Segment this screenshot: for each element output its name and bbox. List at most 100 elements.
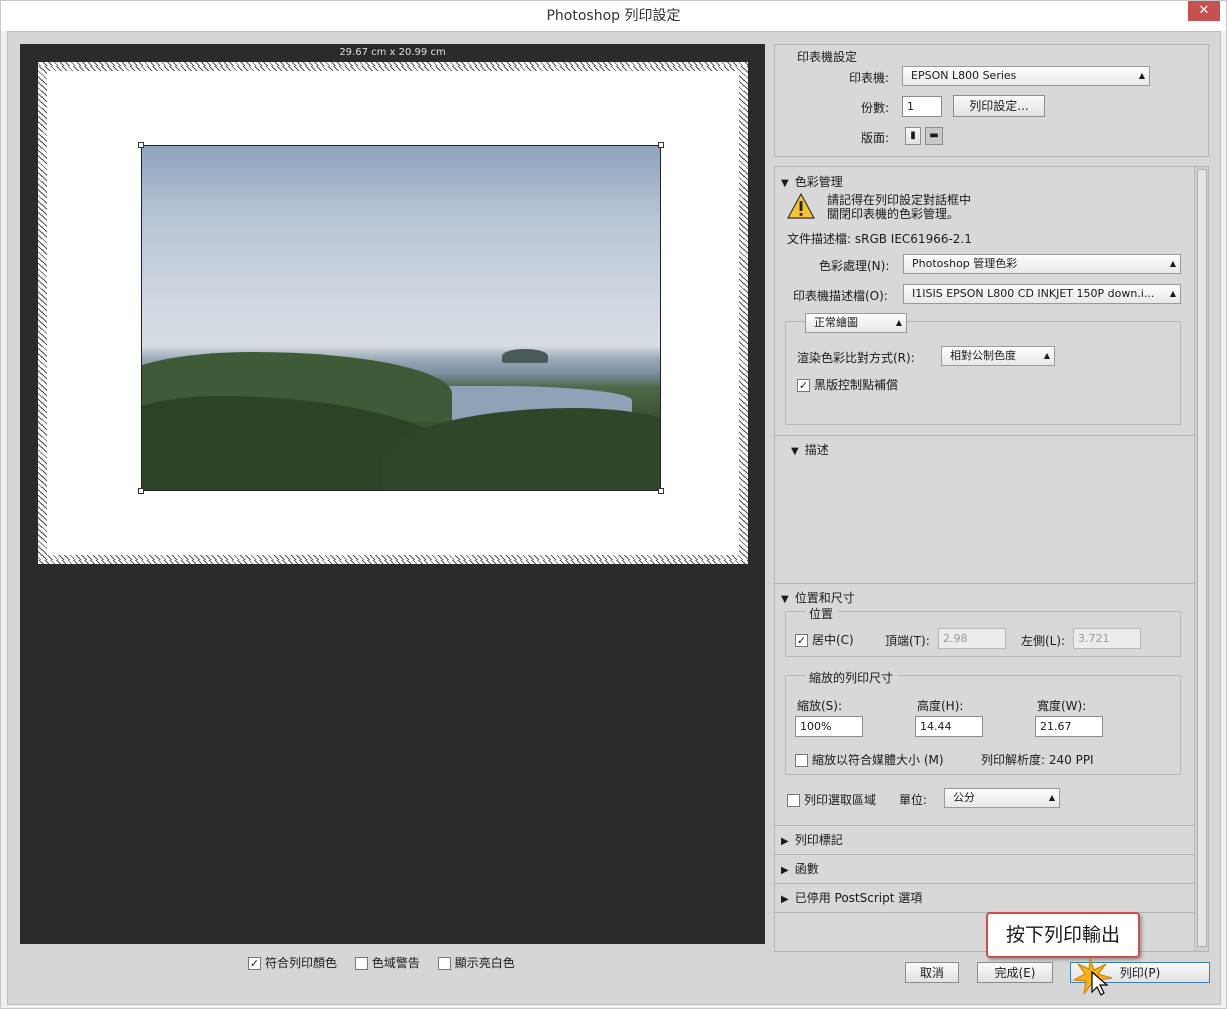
postscript-options-header[interactable]: ▶ 已停用 PostScript 選項 xyxy=(781,889,922,906)
scaled-print-size-title: 縮放的列印尺寸 xyxy=(805,669,898,686)
printer-setup-group: 印表機設定 印表機: EPSON L800 Series ▲ 份數: 1 列印設定… xyxy=(774,44,1209,157)
description-header[interactable]: ▼ 描述 xyxy=(791,441,829,458)
printer-profile-label: 印表機描述檔(O): xyxy=(793,289,888,303)
section-divider xyxy=(775,825,1195,826)
left-label: 左側(L): xyxy=(1021,634,1066,648)
chevron-updown-icon: ▲ xyxy=(1169,259,1176,268)
height-label: 高度(H): xyxy=(917,699,964,713)
checkbox-box xyxy=(795,754,808,767)
gamut-warning-checkbox[interactable]: 色域警告 xyxy=(354,956,420,970)
portrait-layout-icon[interactable]: ▮ xyxy=(905,127,921,145)
match-print-colors-checkbox[interactable]: ✓ 符合列印顏色 xyxy=(248,956,337,970)
chevron-updown-icon: ▲ xyxy=(1043,351,1050,360)
scale-input[interactable]: 100% xyxy=(795,716,863,737)
layout-label: 版面: xyxy=(861,131,890,145)
position-size-header[interactable]: ▼ 位置和尺寸 xyxy=(781,589,855,606)
show-paper-white-checkbox[interactable]: 顯示亮白色 xyxy=(437,956,515,970)
section-divider xyxy=(775,854,1195,855)
printer-label: 印表機: xyxy=(849,71,890,85)
rendering-intent-select[interactable]: 相對公制色度 ▲ xyxy=(941,346,1055,366)
bpc-checkbox[interactable]: ✓ 黑版控制點補償 xyxy=(797,376,898,393)
document-profile: 文件描述檔: sRGB IEC61966-2.1 xyxy=(787,232,972,246)
rendering-group xyxy=(785,321,1181,425)
normal-printing-value: 正常繪圖 xyxy=(814,316,858,329)
printer-setup-title: 印表機設定 xyxy=(797,50,858,64)
position-group-title: 位置 xyxy=(805,605,838,622)
print-button-label: 列印(P) xyxy=(1119,966,1161,980)
top-label: 頂端(T): xyxy=(885,634,930,648)
left-input[interactable]: 3.721 xyxy=(1073,628,1141,649)
checkbox-label: 符合列印顏色 xyxy=(265,956,338,970)
vertical-scrollbar[interactable] xyxy=(1194,167,1208,951)
print-settings-window: Photoshop 列印設定 ✕ 29.67 cm x 20.99 cm ✓ 符… xyxy=(0,0,1227,1009)
checkbox-box xyxy=(437,957,451,970)
color-handling-select[interactable]: Photoshop 管理色彩 ▲ xyxy=(903,254,1181,274)
section-title: 色彩管理 xyxy=(794,175,843,189)
done-button[interactable]: 完成(E) xyxy=(977,962,1053,983)
checkbox-box xyxy=(354,957,368,970)
click-burst-icon xyxy=(1072,957,1113,996)
checkbox-label: 黑版控制點補償 xyxy=(814,378,899,392)
checkbox-box: ✓ xyxy=(795,634,808,647)
top-input[interactable]: 2.98 xyxy=(938,628,1006,649)
center-checkbox[interactable]: ✓ 居中(C) xyxy=(795,631,854,648)
printer-profile-select[interactable]: I1ISIS EPSON L800 CD INKJET 150P down.i.… xyxy=(903,284,1181,304)
checkbox-box: ✓ xyxy=(797,379,810,392)
collapsed-triangle-icon: ▶ xyxy=(781,894,789,905)
warning-icon xyxy=(787,193,815,219)
printer-profile-value: I1ISIS EPSON L800 CD INKJET 150P down.i.… xyxy=(912,287,1155,300)
color-handling-label: 色彩處理(N): xyxy=(819,259,890,273)
print-marks-header[interactable]: ▶ 列印標記 xyxy=(781,831,843,848)
checkbox-label: 色域警告 xyxy=(371,956,420,970)
section-title: 函數 xyxy=(794,862,819,876)
warning-line-2: 關閉印表機的色彩管理。 xyxy=(827,207,960,221)
unit-label: 單位: xyxy=(899,793,928,807)
unit-select[interactable]: 公分 ▲ xyxy=(944,788,1060,808)
checkbox-label: 居中(C) xyxy=(812,633,854,647)
window-title: Photoshop 列印設定 xyxy=(1,1,1226,31)
paper-dimensions: 29.67 cm x 20.99 cm xyxy=(339,47,446,58)
width-input[interactable]: 21.67 xyxy=(1035,716,1103,737)
checkbox-box xyxy=(787,794,800,807)
print-callout: 按下列印輸出 xyxy=(986,912,1140,958)
dialog-body: 29.67 cm x 20.99 cm ✓ 符合列印顏色 色域警告 顯示亮白色 … xyxy=(7,31,1221,1005)
section-title: 列印標記 xyxy=(794,833,843,847)
printer-select[interactable]: EPSON L800 Series ▲ xyxy=(902,66,1150,86)
rendering-intent-value: 相對公制色度 xyxy=(950,349,1016,362)
expanded-triangle-icon: ▼ xyxy=(791,446,799,457)
print-settings-button[interactable]: 列印設定... xyxy=(953,95,1045,117)
color-handling-value: Photoshop 管理色彩 xyxy=(912,257,1018,270)
print-selection-checkbox[interactable]: 列印選取區域 xyxy=(787,791,876,808)
chevron-updown-icon: ▲ xyxy=(1169,289,1176,298)
chevron-updown-icon: ▲ xyxy=(895,318,902,327)
scale-label: 縮放(S): xyxy=(797,699,843,713)
cancel-button[interactable]: 取消 xyxy=(905,962,959,983)
chevron-updown-icon: ▲ xyxy=(1138,71,1145,80)
checkbox-box: ✓ xyxy=(248,957,261,970)
printable-area xyxy=(47,71,739,555)
section-divider xyxy=(775,883,1195,884)
expanded-triangle-icon: ▼ xyxy=(781,594,789,605)
resize-handle[interactable] xyxy=(138,142,144,148)
scrollbar-thumb[interactable] xyxy=(1197,169,1207,947)
width-label: 寬度(W): xyxy=(1037,699,1087,713)
preview-options: ✓ 符合列印顏色 色域警告 顯示亮白色 xyxy=(248,954,515,971)
functions-header[interactable]: ▶ 函數 xyxy=(781,860,819,877)
collapsed-triangle-icon: ▶ xyxy=(781,836,789,847)
settings-panel[interactable]: ▼ 色彩管理 請記得在列印設定對話框中 關閉印表機的色彩管理。 文件描述檔: sR… xyxy=(774,166,1209,952)
copies-input[interactable]: 1 xyxy=(902,96,942,117)
color-management-header[interactable]: ▼ 色彩管理 xyxy=(781,173,843,190)
landscape-layout-icon[interactable]: ▬ xyxy=(925,127,943,145)
normal-printing-select[interactable]: 正常繪圖 ▲ xyxy=(805,313,907,333)
resize-handle[interactable] xyxy=(658,142,664,148)
photo-preview[interactable] xyxy=(141,145,661,491)
unit-value: 公分 xyxy=(953,791,975,804)
resize-handle[interactable] xyxy=(658,488,664,494)
resize-handle[interactable] xyxy=(138,488,144,494)
height-input[interactable]: 14.44 xyxy=(915,716,983,737)
paper-preview xyxy=(38,62,748,564)
close-button[interactable]: ✕ xyxy=(1188,1,1220,21)
fit-media-checkbox[interactable]: 縮放以符合媒體大小 (M) xyxy=(795,751,944,768)
checkbox-label: 列印選取區域 xyxy=(804,793,877,807)
section-title: 描述 xyxy=(804,443,829,457)
